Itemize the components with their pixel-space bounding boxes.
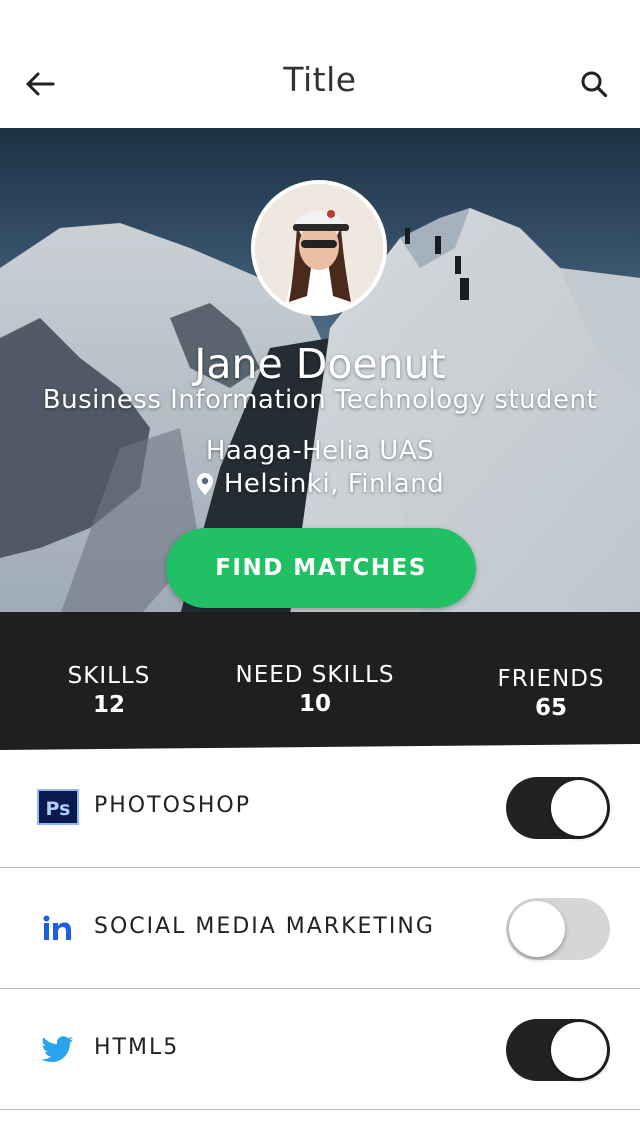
svg-text:Ps: Ps bbox=[46, 798, 71, 820]
linkedin-icon bbox=[36, 908, 80, 948]
stat-skills[interactable]: SKILLS 12 bbox=[49, 662, 169, 720]
find-matches-button[interactable]: FIND MATCHES bbox=[166, 528, 476, 608]
profile-name: Jane Doenut bbox=[194, 340, 446, 388]
search-button[interactable] bbox=[572, 64, 616, 104]
stat-label: SKILLS bbox=[67, 663, 151, 689]
toggle-knob bbox=[551, 780, 607, 836]
location-text: Helsinki, Finland bbox=[223, 469, 445, 499]
list-item: HTML5 bbox=[0, 989, 640, 1110]
nav-bar: Title bbox=[0, 0, 640, 128]
profile-school: Haaga-Helia UAS bbox=[205, 436, 435, 466]
stat-label: FRIENDS bbox=[497, 666, 605, 692]
stat-value: 65 bbox=[534, 695, 567, 721]
skill-label: PHOTOSHOP bbox=[94, 793, 251, 818]
map-pin-icon bbox=[196, 472, 214, 496]
toggle-knob bbox=[509, 901, 565, 957]
twitter-icon bbox=[36, 1029, 80, 1069]
profile-location: Helsinki, Finland bbox=[0, 467, 640, 501]
list-item: SOCIAL MEDIA MARKETING bbox=[0, 868, 640, 989]
search-icon bbox=[581, 71, 608, 98]
photoshop-icon: Ps bbox=[36, 787, 80, 827]
skill-label: HTML5 bbox=[94, 1035, 180, 1060]
stat-value: 12 bbox=[92, 692, 125, 718]
stat-label: NEED SKILLS bbox=[235, 662, 395, 688]
skills-list: Ps PHOTOSHOP SOCIAL MEDIA MARKETING HTML… bbox=[0, 747, 640, 1110]
stat-friends[interactable]: FRIENDS 65 bbox=[486, 665, 616, 723]
skill-toggle-html5[interactable] bbox=[506, 1019, 610, 1081]
avatar[interactable] bbox=[251, 180, 387, 316]
skill-label: SOCIAL MEDIA MARKETING bbox=[94, 914, 435, 939]
profile-hero: Jane Doenut Business Information Technol… bbox=[0, 128, 640, 615]
page-title: Title bbox=[283, 60, 357, 99]
toggle-knob bbox=[551, 1022, 607, 1078]
list-item: Ps PHOTOSHOP bbox=[0, 747, 640, 868]
stat-value: 10 bbox=[298, 691, 331, 717]
profile-photo bbox=[255, 184, 383, 312]
profile-role: Business Information Technology student bbox=[42, 385, 598, 415]
skill-toggle-social-media-marketing[interactable] bbox=[506, 898, 610, 960]
skill-toggle-photoshop[interactable] bbox=[506, 777, 610, 839]
stat-need-skills[interactable]: NEED SKILLS 10 bbox=[225, 661, 405, 719]
